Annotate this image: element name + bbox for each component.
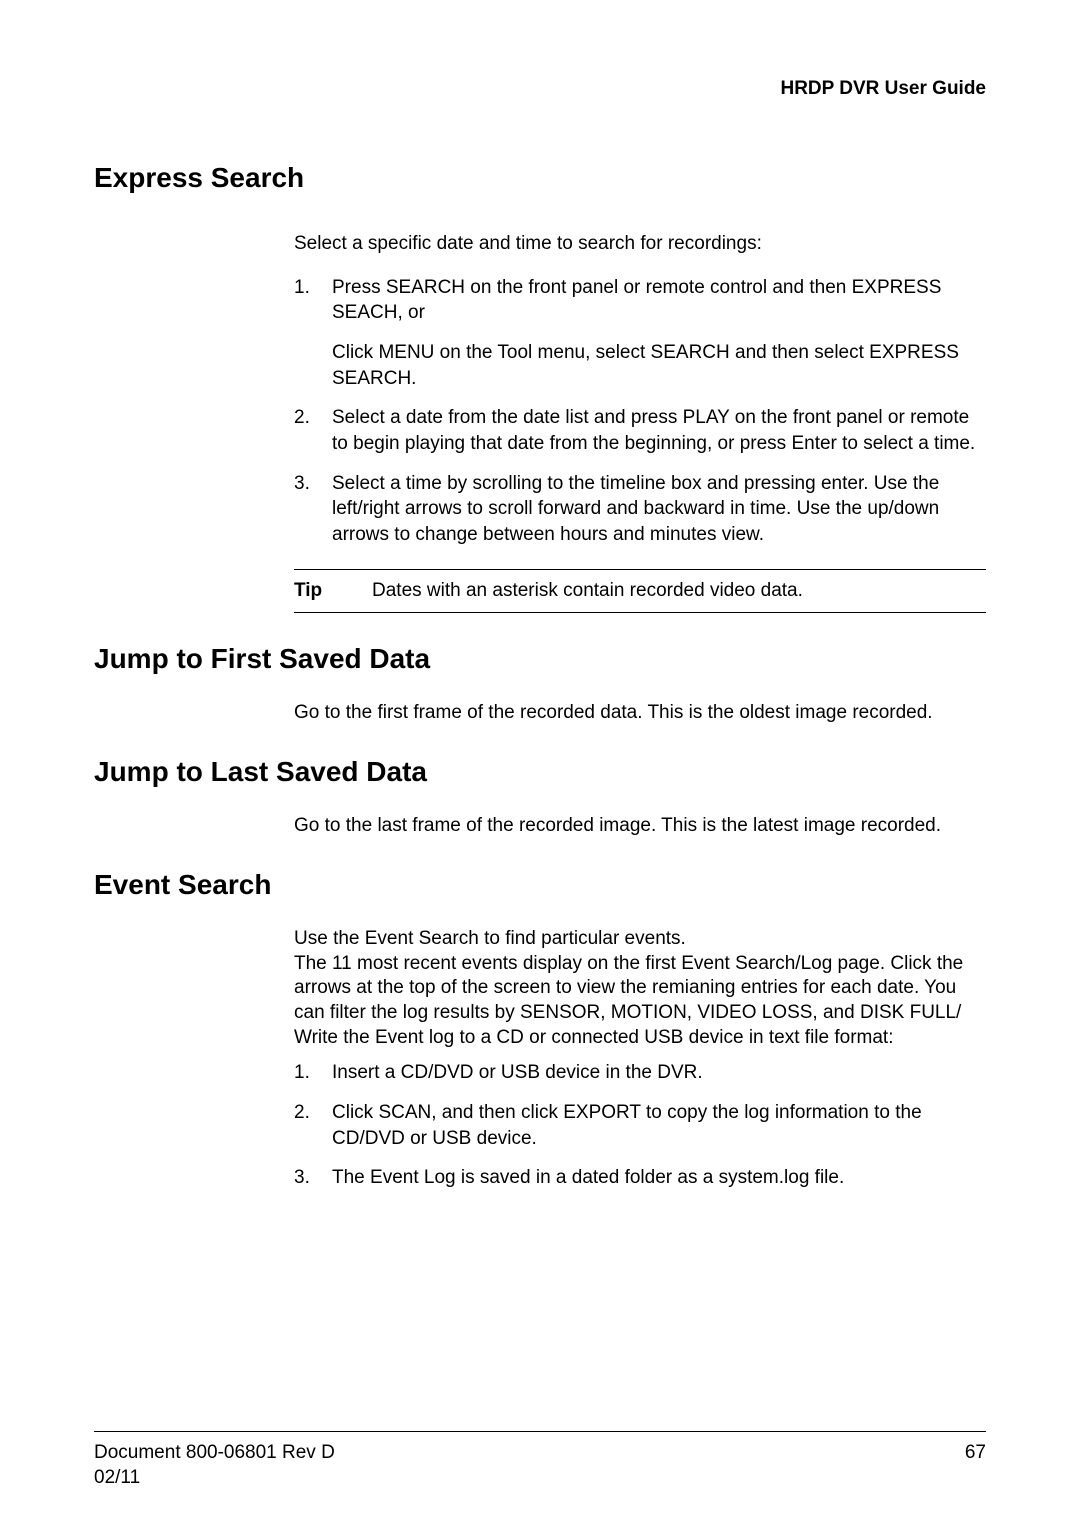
event-search-list: Insert a CD/DVD or USB device in the DVR… (294, 1060, 986, 1191)
header-title: HRDP DVR User Guide (780, 78, 986, 99)
jump-first-text: Go to the first frame of the recorded da… (294, 701, 986, 726)
list-item-text: Click SCAN, and then click EXPORT to cop… (332, 1102, 922, 1149)
express-search-body: Select a specific date and time to searc… (294, 232, 986, 613)
footer-page: 67 (965, 1440, 986, 1491)
event-search-p3: Write the Event log to a CD or connected… (294, 1026, 986, 1051)
list-item-sub: Click MENU on the Tool menu, select SEAR… (332, 340, 986, 391)
event-search-p2: The 11 most recent events display on the… (294, 952, 986, 1026)
page-footer: Document 800-06801 Rev D 02/11 67 (94, 1431, 986, 1491)
heading-express-search: Express Search (94, 162, 986, 194)
express-search-intro: Select a specific date and time to searc… (294, 232, 986, 257)
jump-last-body: Go to the last frame of the recorded ima… (294, 814, 986, 839)
heading-jump-last: Jump to Last Saved Data (94, 756, 986, 788)
page-header: HRDP DVR User Guide (94, 78, 986, 100)
tip-box: Tip Dates with an asterisk contain recor… (294, 569, 986, 613)
footer-date: 02/11 (94, 1465, 335, 1491)
footer-doc-id: Document 800-06801 Rev D (94, 1440, 335, 1466)
list-item-text: The Event Log is saved in a dated folder… (332, 1167, 844, 1188)
event-search-body: Use the Event Search to find particular … (294, 927, 986, 1191)
list-item: Select a time by scrolling to the timeli… (294, 471, 986, 548)
list-item: Select a date from the date list and pre… (294, 405, 986, 456)
list-item: The Event Log is saved in a dated folder… (294, 1165, 986, 1191)
list-item-text: Insert a CD/DVD or USB device in the DVR… (332, 1062, 703, 1083)
tip-label: Tip (294, 580, 372, 602)
footer-left: Document 800-06801 Rev D 02/11 (94, 1440, 335, 1491)
jump-first-body: Go to the first frame of the recorded da… (294, 701, 986, 726)
event-search-p1: Use the Event Search to find particular … (294, 927, 986, 952)
heading-jump-first: Jump to First Saved Data (94, 643, 986, 675)
heading-event-search: Event Search (94, 869, 986, 901)
express-search-list: Press SEARCH on the front panel or remot… (294, 275, 986, 548)
list-item-main: Select a time by scrolling to the timeli… (332, 473, 939, 545)
list-item: Insert a CD/DVD or USB device in the DVR… (294, 1060, 986, 1086)
list-item-main: Select a date from the date list and pre… (332, 407, 975, 454)
list-item: Press SEARCH on the front panel or remot… (294, 275, 986, 392)
jump-last-text: Go to the last frame of the recorded ima… (294, 814, 986, 839)
list-item: Click SCAN, and then click EXPORT to cop… (294, 1100, 986, 1151)
list-item-main: Press SEARCH on the front panel or remot… (332, 277, 941, 324)
tip-text: Dates with an asterisk contain recorded … (372, 580, 986, 602)
